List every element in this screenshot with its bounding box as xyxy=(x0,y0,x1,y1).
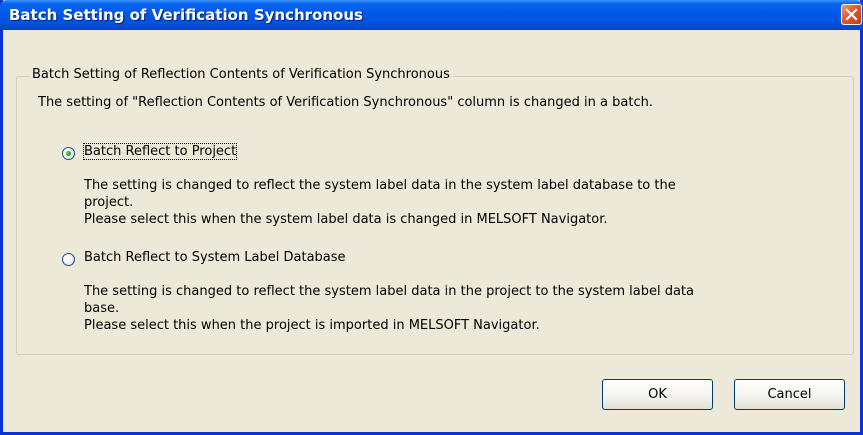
description-line: base. xyxy=(84,301,120,316)
close-icon xyxy=(845,8,858,21)
description-line: The setting is changed to reflect the sy… xyxy=(84,178,676,193)
option-description-database: The setting is changed to reflect the sy… xyxy=(84,283,694,334)
option-label-batch-reflect-to-project[interactable]: Batch Reflect to Project xyxy=(82,143,238,160)
option-label-batch-reflect-to-system-label-database[interactable]: Batch Reflect to System Label Database xyxy=(84,250,346,265)
option-description-project: The setting is changed to reflect the sy… xyxy=(84,177,676,228)
title-bar[interactable]: Batch Setting of Verification Synchronou… xyxy=(0,0,863,30)
cancel-button[interactable]: Cancel xyxy=(734,379,845,410)
radio-batch-reflect-to-system-label-database[interactable] xyxy=(62,253,75,266)
window-title: Batch Setting of Verification Synchronou… xyxy=(9,6,363,24)
description-line: The setting is changed to reflect the sy… xyxy=(84,284,694,299)
radio-batch-reflect-to-project[interactable] xyxy=(62,147,75,160)
ok-button[interactable]: OK xyxy=(602,379,713,410)
description-line: Please select this when the system label… xyxy=(84,212,608,227)
radio-selected-dot xyxy=(66,151,71,156)
groupbox-legend: Batch Setting of Reflection Contents of … xyxy=(30,67,453,82)
description-line: project. xyxy=(84,195,134,210)
intro-text: The setting of "Reflection Contents of V… xyxy=(38,95,653,110)
description-line: Please select this when the project is i… xyxy=(84,318,540,333)
close-button[interactable] xyxy=(841,4,862,25)
